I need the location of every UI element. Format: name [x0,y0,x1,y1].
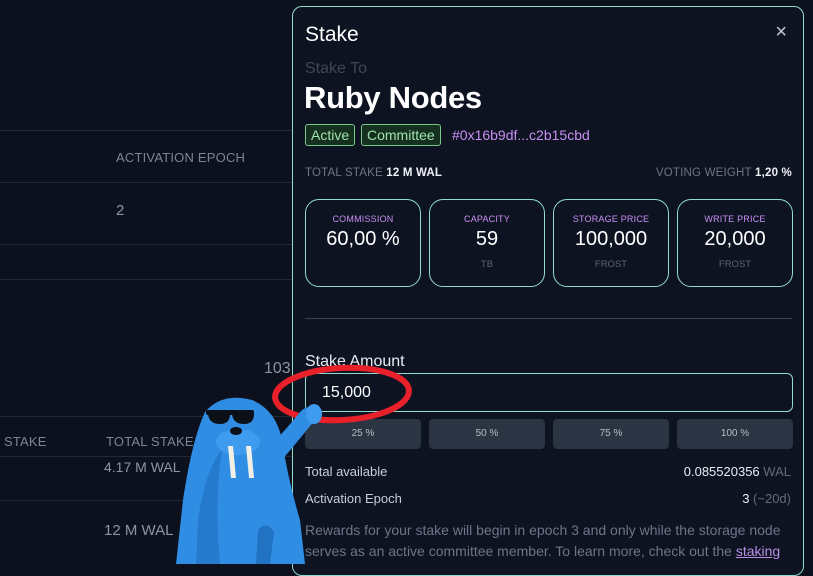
close-icon[interactable]: × [775,21,787,44]
card-label: CAPACITY [464,214,510,224]
percent-25-button[interactable]: 25 % [305,419,421,449]
node-name: Ruby Nodes [304,80,482,115]
card-unit: FROST [594,259,628,270]
table-divider [0,182,292,183]
table-divider [0,416,292,417]
total-available: 0.085520356 WAL [684,464,791,479]
write-price-card: WRITE PRICE 20,000 FROST [677,199,793,287]
status-badge-committee: Committee [361,124,441,146]
stake-column-header: STAKE [4,434,47,449]
percent-75-button[interactable]: 75 % [553,419,669,449]
activation-epoch-value: 3 [742,491,750,506]
activation-epoch: 3 (~20d) [742,491,791,506]
voting-weight: VOTING WEIGHT 1,20 % [656,167,792,179]
total-stake: TOTAL STAKE 12 M WAL [305,167,442,179]
total-stake-column-header: TOTAL STAKE [106,434,194,449]
staking-link[interactable]: staking [736,543,780,559]
total-stake-label: TOTAL STAKE [305,167,383,179]
card-label: WRITE PRICE [704,214,766,224]
percent-50-button[interactable]: 50 % [429,419,545,449]
card-value: 59 [475,228,499,250]
card-label: COMMISSION [332,214,394,224]
voting-weight-value: 1,20 % [754,167,792,179]
card-value: 20,000 [704,228,766,250]
partial-number: 103 [264,360,291,377]
total-available-label: Total available [305,464,388,479]
storage-price-card: STORAGE PRICE 100,000 FROST [553,199,669,287]
table-divider [0,456,292,457]
table-divider [0,500,292,501]
capacity-card: CAPACITY 59 TB [429,199,545,287]
stake-modal: Stake × Stake To Ruby Nodes Active Commi… [292,6,804,576]
activation-epoch-cell: 2 [116,202,125,219]
rewards-note-text: Rewards for your stake will begin in epo… [305,522,781,559]
total-stake-cell: 12 M WAL [104,522,174,539]
stake-amount-label: Stake Amount [305,353,405,370]
percent-100-button[interactable]: 100 % [677,419,793,449]
card-label: STORAGE PRICE [572,214,650,224]
activation-epoch-column-header: ACTIVATION EPOCH [116,150,246,165]
card-unit: TB [480,259,494,270]
status-badge-active: Active [305,124,356,146]
stake-amount-input[interactable] [305,373,793,412]
card-unit: FROST [718,259,752,270]
divider [305,318,792,319]
total-available-value: 0.085520356 [683,464,760,479]
table-divider [0,279,292,280]
voting-weight-label: VOTING WEIGHT [655,167,752,179]
rewards-note: Rewards for your stake will begin in epo… [305,520,795,562]
stake-to-label: Stake To [305,60,367,77]
commission-card: COMMISSION 60,00 % [305,199,421,287]
table-divider [0,244,292,245]
node-address[interactable]: #0x16b9df...c2b15cbd [452,127,590,143]
activation-epoch-hint: (~20d) [753,491,791,506]
table-divider [0,130,292,131]
total-available-unit: WAL [763,464,791,479]
card-value: 60,00 % [326,228,400,250]
modal-title: Stake [305,23,359,46]
card-value: 100,000 [574,228,648,250]
total-stake-cell: 4.17 M WAL [104,459,181,475]
activation-epoch-label: Activation Epoch [305,491,402,506]
total-stake-value: 12 M WAL [386,167,443,179]
